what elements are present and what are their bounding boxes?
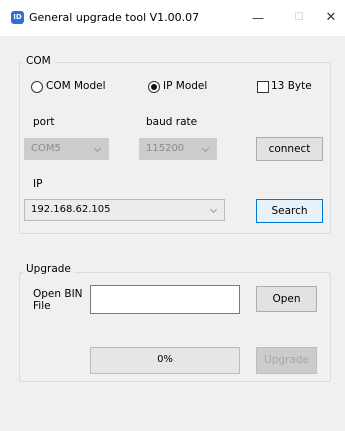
port-select[interactable]: COM5: [24, 138, 109, 160]
byte13-label[interactable]: 13 Byte: [271, 80, 312, 92]
upgrade-button[interactable]: Upgrade: [256, 347, 317, 374]
minimize-button[interactable]: —: [245, 8, 271, 28]
chevron-down-icon: [93, 144, 102, 153]
progress-text: 0%: [157, 354, 173, 365]
open-bin-file-label: Open BIN File: [33, 288, 83, 312]
upgrade-group-label: Upgrade: [23, 263, 74, 275]
port-value: COM5: [31, 143, 61, 154]
com-group-label: COM: [23, 55, 54, 67]
port-label: port: [33, 116, 55, 128]
chevron-down-icon: [201, 144, 210, 153]
close-button[interactable]: ✕: [318, 8, 344, 28]
maximize-button[interactable]: ☐: [286, 8, 312, 28]
app-icon: ID: [11, 11, 24, 24]
ip-value: 192.168.62.105: [31, 204, 111, 215]
chevron-down-icon: [209, 205, 218, 214]
upgrade-progress-bar: 0%: [90, 347, 240, 374]
search-button[interactable]: Search: [256, 199, 323, 223]
open-button[interactable]: Open: [256, 286, 317, 312]
ip-label: IP: [33, 178, 43, 190]
window-title: General upgrade tool V1.00.07: [29, 11, 200, 24]
ip-model-radio[interactable]: [148, 81, 160, 93]
connect-button[interactable]: connect: [256, 137, 323, 161]
com-model-label[interactable]: COM Model: [46, 80, 106, 92]
com-model-radio[interactable]: [31, 81, 43, 93]
ip-select[interactable]: 192.168.62.105: [24, 199, 225, 221]
ip-model-label[interactable]: IP Model: [163, 80, 207, 92]
baud-rate-value: 115200: [146, 143, 185, 154]
byte13-checkbox[interactable]: [257, 81, 269, 93]
bin-file-path-input[interactable]: [90, 285, 240, 314]
title-bar: ID General upgrade tool V1.00.07 — ☐ ✕: [0, 0, 345, 36]
baud-rate-label: baud rate: [146, 116, 198, 128]
baud-rate-select[interactable]: 115200: [139, 138, 217, 160]
